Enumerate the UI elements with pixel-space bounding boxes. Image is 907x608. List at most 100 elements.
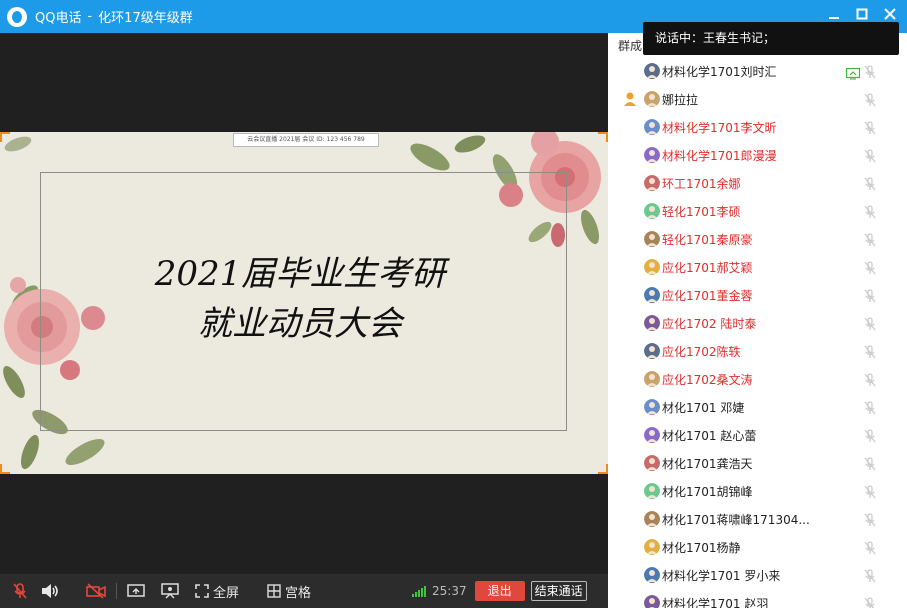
focus-corner-top-right <box>598 132 608 142</box>
avatar <box>644 91 660 107</box>
grid-icon <box>267 584 281 598</box>
screen-sharing-icon <box>845 65 861 80</box>
slide-caption: 云会议直播 2021届 会议 ID: 123 456 789 <box>233 133 379 147</box>
mic-muted-icon <box>863 176 877 191</box>
mic-muted-icon <box>863 400 877 415</box>
grid-label: 宫格 <box>285 585 312 601</box>
member-row[interactable]: 材料化学1701 罗小来 <box>608 561 907 589</box>
mic-muted-icon <box>863 372 877 387</box>
member-row[interactable]: 轻化1701李硕 <box>608 197 907 225</box>
member-row[interactable]: 材化1701杨静 <box>608 533 907 561</box>
avatar <box>644 259 660 275</box>
member-row[interactable]: 材化1701 赵心蕾 <box>608 421 907 449</box>
member-row[interactable]: 材化1701蒋啸峰171304... <box>608 505 907 533</box>
member-name: 材料化学1701 罗小来 <box>662 568 781 583</box>
member-name: 材化1701 邓婕 <box>662 400 745 415</box>
mic-muted-icon <box>863 232 877 247</box>
mic-muted-icon <box>863 148 877 163</box>
grid-view-button[interactable]: 宫格 <box>267 582 311 601</box>
member-name: 材料化学1701刘时汇 <box>662 64 777 79</box>
panel-header: 群成 <box>618 39 643 53</box>
avatar <box>644 483 660 499</box>
member-row[interactable]: 材料化学1701郎漫漫 <box>608 141 907 169</box>
title-separator: - <box>87 9 93 24</box>
member-name: 材料化学1701郎漫漫 <box>662 148 777 163</box>
avatar <box>644 343 660 359</box>
avatar <box>644 399 660 415</box>
member-name: 材化1701杨静 <box>662 540 741 555</box>
mic-muted-icon[interactable] <box>9 580 31 602</box>
fullscreen-button[interactable]: 全屏 <box>195 582 239 601</box>
avatar <box>644 511 660 527</box>
call-timer: 25:37 <box>432 584 467 598</box>
member-name: 应化1702桑文涛 <box>662 372 753 387</box>
end-call-button[interactable]: 结束通话 <box>530 581 587 601</box>
mic-muted-icon <box>863 316 877 331</box>
member-row[interactable]: 材化1701 邓婕 <box>608 393 907 421</box>
mic-muted-icon <box>863 260 877 275</box>
qq-call-window: QQ电话 - 化环17级年级群 云会议直播 2021届 会议 ID: 123 4… <box>0 0 907 608</box>
avatar <box>644 147 660 163</box>
exit-button[interactable]: 退出 <box>474 581 525 601</box>
avatar <box>644 567 660 583</box>
mic-muted-icon <box>863 512 877 527</box>
member-row[interactable]: 应化1702陈轶 <box>608 337 907 365</box>
member-row[interactable]: 应化1701郝艾颖 <box>608 253 907 281</box>
member-row[interactable]: 材料化学1701李文昕 <box>608 113 907 141</box>
mic-muted-icon <box>863 540 877 555</box>
member-list: 材料化学1701刘时汇娜拉拉材料化学1701李文昕 材料化学1701郎漫漫环工17… <box>608 57 907 608</box>
slide-title-line2: 就业动员大会 <box>198 304 402 344</box>
member-name: 应化1701董金蓉 <box>662 288 753 303</box>
member-row[interactable]: 材料化学1701刘时汇 <box>608 57 907 85</box>
member-name: 材料化学1701 赵羽 <box>662 596 769 608</box>
speaker-icon[interactable] <box>39 580 61 602</box>
avatar <box>644 455 660 471</box>
shared-slide: 云会议直播 2021届 会议 ID: 123 456 789 2021届毕业生考… <box>0 132 608 474</box>
camera-off-icon[interactable] <box>85 580 107 602</box>
focus-corner-bottom-right <box>598 464 608 474</box>
mic-muted-icon <box>863 92 877 107</box>
member-name: 轻化1701李硕 <box>662 204 741 219</box>
member-name: 材化1701龚浩天 <box>662 456 753 471</box>
mic-muted-icon <box>863 204 877 219</box>
avatar <box>644 203 660 219</box>
present-icon[interactable] <box>159 580 181 602</box>
member-row[interactable]: 应化1702 陆时泰 <box>608 309 907 337</box>
speaking-tooltip: 说话中：王春生书记； <box>643 22 899 55</box>
member-row[interactable]: 材化1701胡锦峰 <box>608 477 907 505</box>
member-row[interactable]: 材料化学1701 赵羽 <box>608 589 907 608</box>
slide-title-line1: 2021届毕业生考研 <box>154 254 446 294</box>
avatar <box>644 175 660 191</box>
member-row[interactable]: 应化1702桑文涛 <box>608 365 907 393</box>
member-name: 材化1701胡锦峰 <box>662 484 753 499</box>
mic-muted-icon <box>863 64 877 79</box>
member-row[interactable]: 应化1701董金蓉 <box>608 281 907 309</box>
member-name: 材化1701蒋啸峰171304... <box>662 512 810 527</box>
avatar <box>644 287 660 303</box>
member-name: 应化1702 陆时泰 <box>662 316 757 331</box>
mic-muted-icon <box>863 484 877 499</box>
member-row[interactable]: 娜拉拉 <box>608 85 907 113</box>
fullscreen-label: 全屏 <box>213 585 240 601</box>
avatar <box>644 315 660 331</box>
avatar <box>644 427 660 443</box>
member-row[interactable]: 材化1701龚浩天 <box>608 449 907 477</box>
mic-muted-icon <box>863 428 877 443</box>
focus-corner-bottom-left <box>0 464 10 474</box>
screen-share-icon[interactable] <box>125 580 147 602</box>
signal-strength-icon <box>412 585 427 597</box>
video-area[interactable]: 云会议直播 2021届 会议 ID: 123 456 789 2021届毕业生考… <box>0 33 608 574</box>
member-name: 应化1701郝艾颖 <box>662 260 753 275</box>
member-row[interactable]: 环工1701余娜 <box>608 169 907 197</box>
mic-muted-icon <box>863 596 877 608</box>
member-row[interactable]: 轻化1701秦原豪 <box>608 225 907 253</box>
member-name: 材化1701 赵心蕾 <box>662 428 757 443</box>
avatar <box>644 539 660 555</box>
avatar <box>644 119 660 135</box>
avatar <box>644 63 660 79</box>
focus-corner-top-left <box>0 132 10 142</box>
member-name: 材料化学1701李文昕 <box>662 120 777 135</box>
avatar <box>644 371 660 387</box>
mic-muted-icon <box>863 344 877 359</box>
member-name: 应化1702陈轶 <box>662 344 741 359</box>
